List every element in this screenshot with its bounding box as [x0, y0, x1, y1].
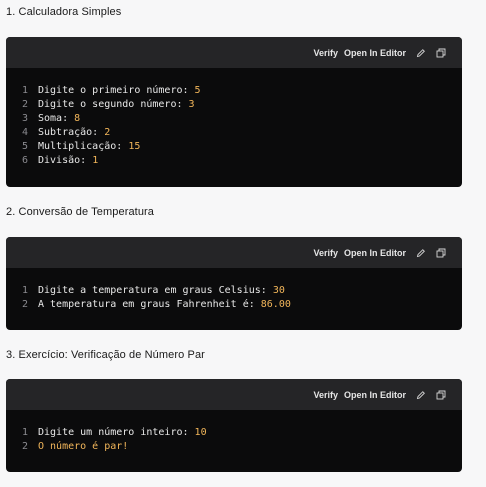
line-number: 1	[22, 427, 29, 438]
copy-icon[interactable]	[436, 248, 446, 258]
copy-icon[interactable]	[436, 390, 446, 400]
section-title: 2. Conversão de Temperatura	[6, 206, 155, 218]
verify-button[interactable]: Verify	[313, 390, 338, 400]
line-value: 3	[188, 99, 195, 110]
open-in-editor-button[interactable]: Open In Editor	[344, 248, 406, 258]
line-text: Multiplicação:	[38, 141, 129, 152]
line-text: A temperatura em graus Fahrenheit é:	[38, 299, 261, 310]
code-block: Verify Open In Editor 1 Digite um número …	[6, 379, 462, 472]
line-number: 1	[22, 285, 29, 296]
line-text: Digite o segundo número:	[38, 99, 189, 110]
line-number: 5	[22, 141, 29, 152]
line-number: 2	[22, 299, 29, 310]
copy-icon[interactable]	[436, 48, 446, 58]
line-value: 8	[74, 113, 81, 124]
code-output: 1 Digite a temperatura em graus Celsius: …	[6, 268, 462, 312]
line-value: 15	[128, 141, 141, 152]
code-block-header: Verify Open In Editor	[6, 379, 462, 410]
code-line: 2 O número é par!	[6, 440, 462, 454]
line-text: Digite um número inteiro:	[38, 427, 195, 438]
line-value: 86.00	[260, 299, 291, 310]
line-text: Subtração:	[38, 127, 105, 138]
line-number: 3	[22, 113, 29, 124]
code-block-header: Verify Open In Editor	[6, 37, 462, 68]
pencil-icon[interactable]	[416, 48, 426, 58]
line-value: 5	[194, 85, 201, 96]
code-line: 5 Multiplicação: 15	[6, 140, 462, 154]
line-value: 2	[104, 127, 111, 138]
open-in-editor-button[interactable]: Open In Editor	[344, 48, 406, 58]
code-line: 2 Digite o segundo número: 3	[6, 98, 462, 112]
code-line: 2 A temperatura em graus Fahrenheit é: 86…	[6, 298, 462, 312]
code-block: Verify Open In Editor 1 Digite o primeiro…	[6, 37, 462, 187]
line-text: Digite o primeiro número:	[38, 85, 195, 96]
verify-button[interactable]: Verify	[313, 248, 338, 258]
code-block-header: Verify Open In Editor	[6, 237, 462, 268]
line-number: 1	[22, 85, 29, 96]
code-line: 4 Subtração: 2	[6, 126, 462, 140]
line-number: 2	[22, 441, 29, 452]
code-line: 6 Divisão: 1	[6, 154, 462, 168]
code-output: 1 Digite o primeiro número: 5 2 Digite o s…	[6, 68, 462, 168]
code-block: Verify Open In Editor 1 Digite a temperat…	[6, 237, 462, 330]
code-line: 1 Digite a temperatura em graus Celsius: …	[6, 284, 462, 298]
pencil-icon[interactable]	[416, 390, 426, 400]
pencil-icon[interactable]	[416, 248, 426, 258]
line-value: O número é par!	[38, 441, 129, 452]
line-number: 4	[22, 127, 29, 138]
section-title: 3. Exercício: Verificação de Número Par	[6, 349, 205, 361]
line-number: 2	[22, 99, 29, 110]
line-value: 1	[92, 155, 99, 166]
line-number: 6	[22, 155, 29, 166]
line-text: Soma:	[38, 113, 75, 124]
code-line: 1 Digite o primeiro número: 5	[6, 84, 462, 98]
line-value: 30	[272, 285, 285, 296]
line-text: Divisão:	[38, 155, 93, 166]
code-output: 1 Digite um número inteiro: 10 2 O número …	[6, 410, 462, 454]
open-in-editor-button[interactable]: Open In Editor	[344, 390, 406, 400]
code-line: 1 Digite um número inteiro: 10	[6, 426, 462, 440]
line-text: Digite a temperatura em graus Celsius:	[38, 285, 273, 296]
line-value: 10	[194, 427, 207, 438]
section-title: 1. Calculadora Simples	[6, 6, 122, 18]
verify-button[interactable]: Verify	[313, 48, 338, 58]
code-line: 3 Soma: 8	[6, 112, 462, 126]
